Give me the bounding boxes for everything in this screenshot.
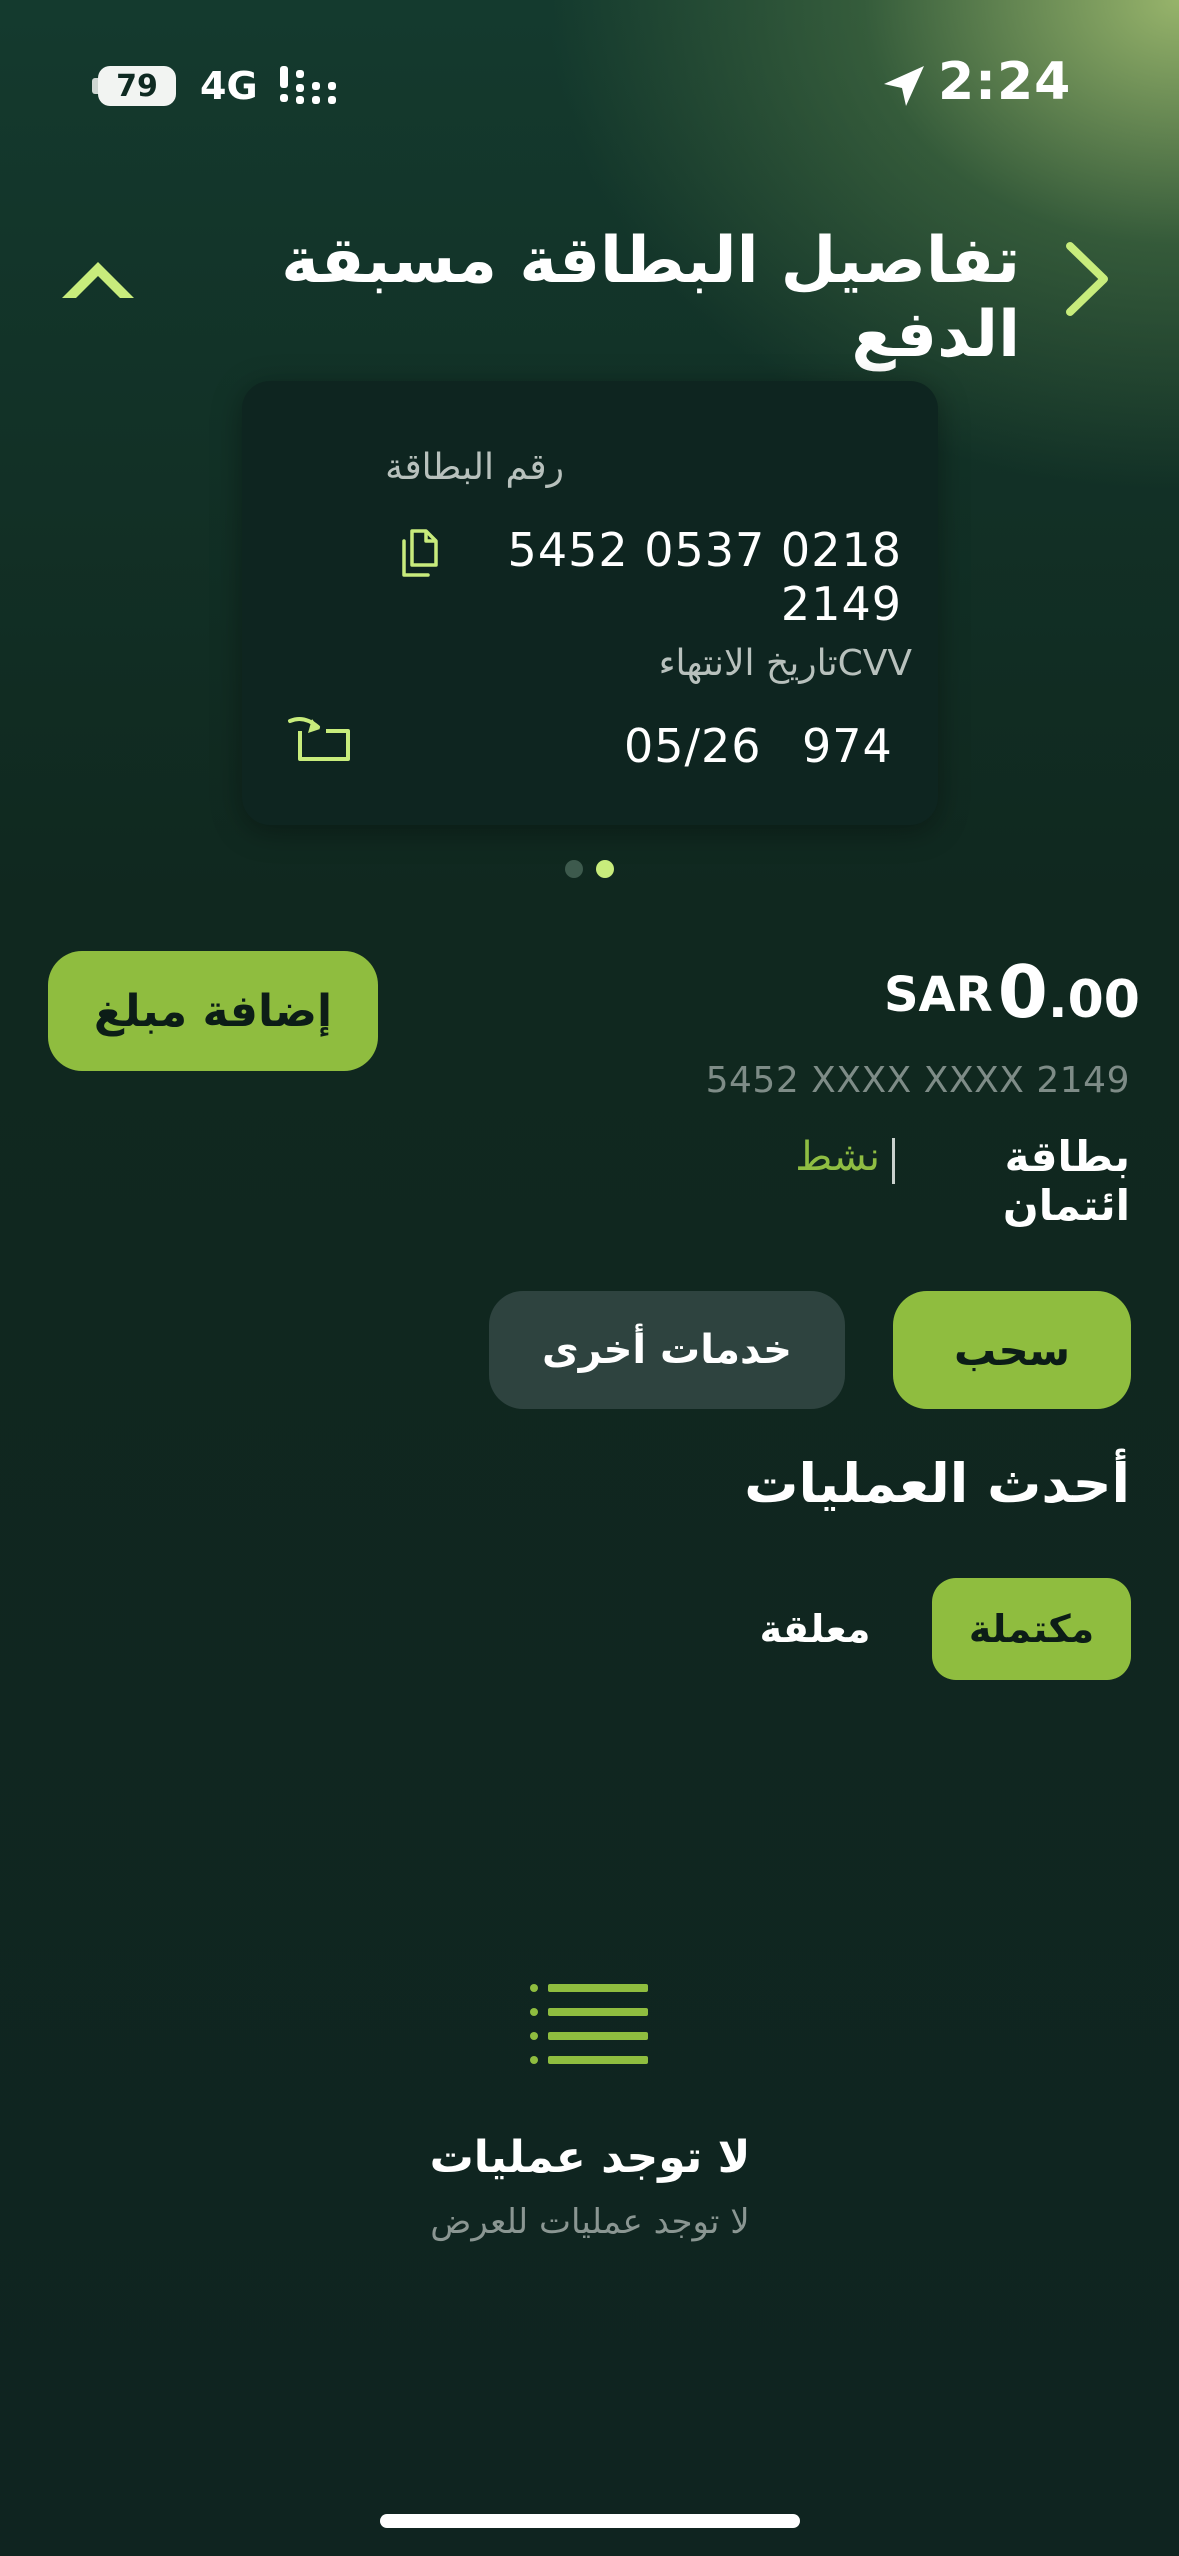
chevron-right-icon[interactable] <box>1052 234 1122 324</box>
home-indicator[interactable] <box>380 2514 800 2528</box>
card-expiry: 05/26 <box>624 719 762 773</box>
chevron-up-icon[interactable] <box>58 252 138 304</box>
balance-currency: SAR <box>883 967 993 1023</box>
list-icon <box>530 1984 648 2064</box>
signal-icon <box>280 66 336 104</box>
balance-decimal: .00 <box>1047 970 1140 1030</box>
tab-pending[interactable]: معلقة <box>720 1578 910 1680</box>
empty-state-subtitle: لا توجد عمليات للعرض <box>430 2202 750 2242</box>
masked-card-number: 5452 XXXX XXXX 2149 <box>705 1060 1130 1101</box>
cvv-label: CVV <box>837 643 912 684</box>
location-arrow-icon <box>884 66 924 106</box>
empty-state-title: لا توجد عمليات <box>429 2132 751 2183</box>
transactions-title: أحدث العمليات <box>744 1452 1130 1515</box>
copy-icon[interactable] <box>398 527 440 579</box>
balance: SAR 0.00 <box>840 950 1140 1034</box>
pager-dot-active[interactable] <box>596 860 614 878</box>
add-amount-button[interactable]: إضافة مبلغ <box>48 951 378 1071</box>
pager-dot[interactable] <box>565 860 583 878</box>
expiry-label: تاريخ الانتهاء <box>658 643 838 684</box>
other-services-button[interactable]: خدمات أخرى <box>489 1291 845 1409</box>
status-time: 2:24 <box>938 52 1072 112</box>
card-number: 5452 0537 0218 2149 <box>507 523 902 631</box>
card-number-label: رقم البطاقة <box>385 447 564 488</box>
status-badge: نشط <box>795 1134 880 1180</box>
page-title: تفاصيل البطاقة مسبقة الدفع <box>281 224 1020 372</box>
tab-completed[interactable]: مكتملة <box>932 1578 1131 1680</box>
withdraw-button[interactable]: سحب <box>893 1291 1131 1409</box>
card-meta-labels: تاريخ الانتهاءCVV <box>442 643 912 684</box>
card-type: بطاقة ائتمان <box>1002 1132 1130 1230</box>
balance-integer: 0 <box>997 950 1048 1034</box>
battery-indicator: 79 <box>98 66 176 106</box>
prepaid-card[interactable]: رقم البطاقة 5452 0537 0218 2149 تاريخ ال… <box>242 381 938 825</box>
network-type: 4G <box>200 64 258 108</box>
divider <box>892 1138 895 1184</box>
card-cvv: 974 <box>802 719 893 773</box>
flip-card-icon[interactable] <box>286 711 354 767</box>
